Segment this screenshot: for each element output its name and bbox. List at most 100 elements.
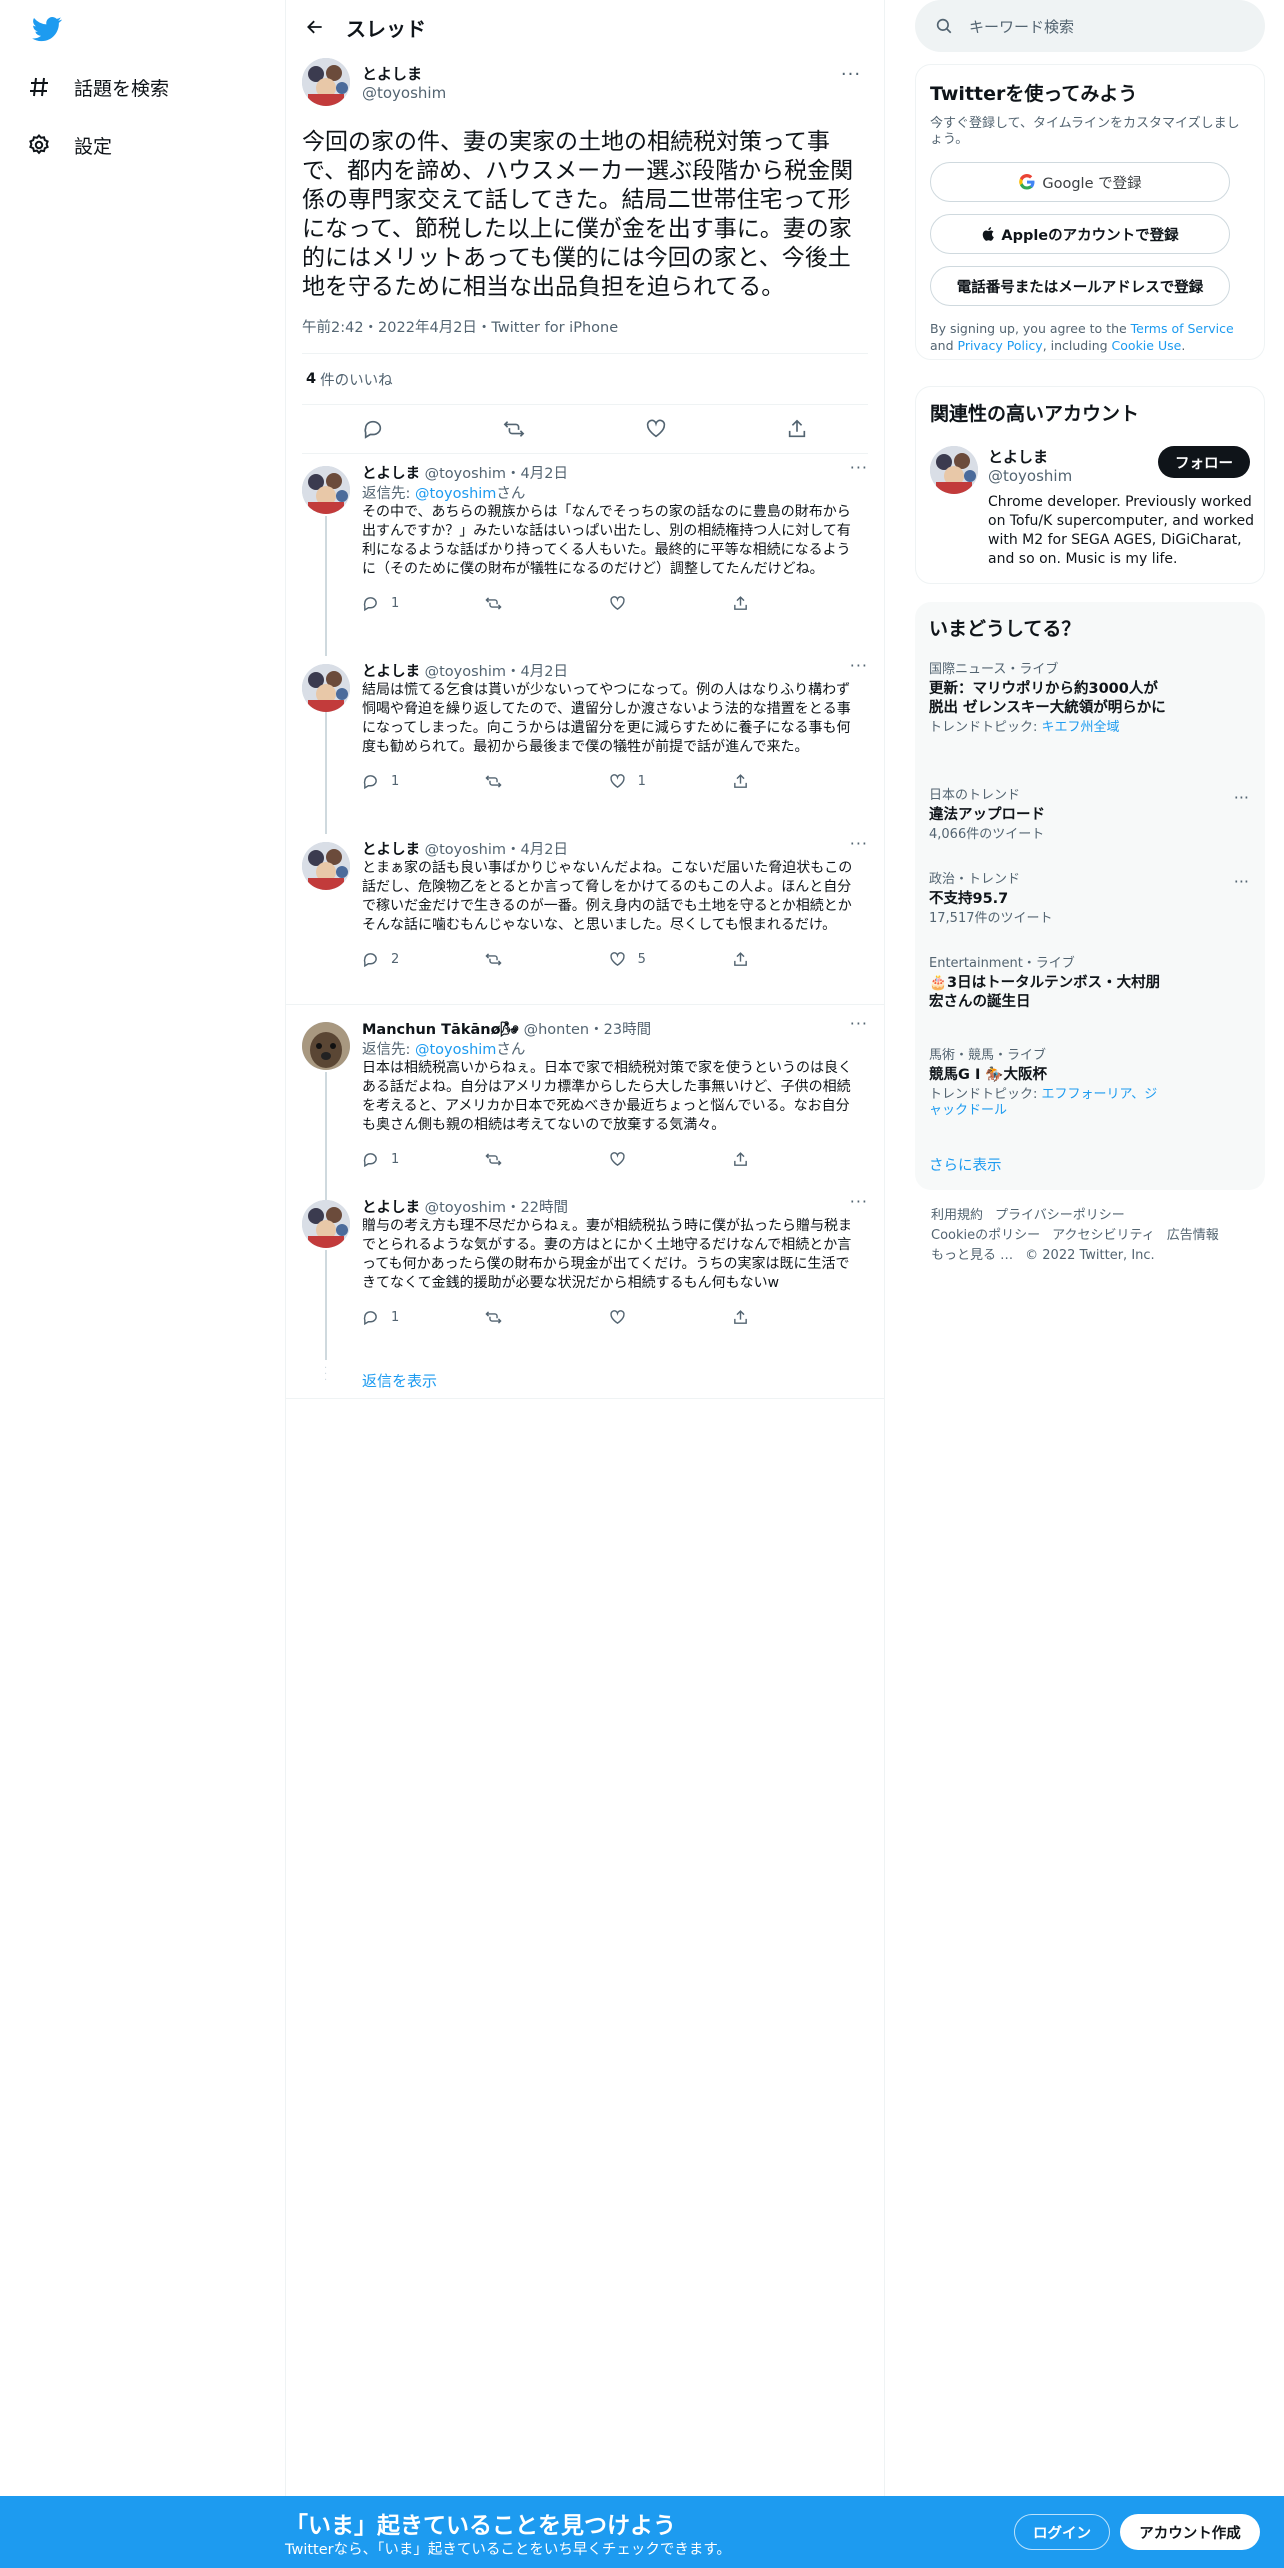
retweet-button[interactable] bbox=[485, 773, 545, 790]
retweet-button[interactable] bbox=[485, 1151, 545, 1168]
like-button[interactable] bbox=[609, 595, 669, 612]
like-button[interactable]: 1 bbox=[609, 773, 669, 790]
footer-cookie-link[interactable]: Cookieのポリシー bbox=[931, 1228, 1040, 1243]
footer-accessibility-link[interactable]: アクセシビリティ bbox=[1052, 1228, 1155, 1243]
reply-button[interactable]: 1 bbox=[362, 1151, 422, 1168]
nav-explore[interactable]: 話題を検索 bbox=[24, 62, 169, 112]
author-name[interactable]: とよしま bbox=[362, 842, 420, 858]
share-icon bbox=[734, 1151, 747, 1166]
author-handle[interactable]: @toyoshim bbox=[425, 466, 506, 482]
banner-subtitle: Twitterなら、「いま」起きていることをいち早くチェックできます。 bbox=[285, 2542, 731, 2558]
footer-privacy-link[interactable]: プライバシーポリシー bbox=[995, 1208, 1125, 1223]
apple-signup-button[interactable]: Appleのアカウントで登録 bbox=[930, 214, 1230, 254]
share-button[interactable] bbox=[732, 773, 792, 790]
avatar[interactable] bbox=[302, 58, 350, 106]
author-name[interactable]: とよしま bbox=[362, 466, 420, 482]
tweet-time[interactable]: 4月2日 bbox=[521, 466, 568, 482]
reply-button[interactable]: 1 bbox=[362, 595, 422, 612]
reply-button[interactable]: 1 bbox=[362, 1309, 422, 1326]
reply-tweet[interactable]: とよしま @toyoshim・4月2日 ··· 返信先: @toyoshimさん… bbox=[286, 454, 884, 628]
like-button[interactable] bbox=[609, 1151, 669, 1168]
reply-to-handle[interactable]: @toyoshim bbox=[415, 1042, 496, 1058]
retweet-button[interactable] bbox=[485, 951, 545, 968]
reply-tweet[interactable]: とよしま @toyoshim・4月2日 ··· とまぁ家の話も良い事ばかりじゃな… bbox=[286, 830, 884, 1004]
more-options-icon[interactable]: ··· bbox=[1234, 788, 1249, 807]
reply-to-handle[interactable]: @toyoshim bbox=[415, 486, 496, 502]
author-handle[interactable]: @honten bbox=[524, 1022, 590, 1038]
more-options-icon[interactable]: ··· bbox=[834, 64, 868, 85]
twitter-logo-icon[interactable] bbox=[32, 14, 64, 46]
avatar[interactable] bbox=[302, 466, 350, 514]
login-button[interactable]: ログイン bbox=[1014, 2514, 1110, 2550]
reply-tweet[interactable]: Manchun Tākānø🌬 @honten・23時間 ··· 返信先: @t… bbox=[286, 1010, 884, 1200]
back-arrow-icon[interactable] bbox=[300, 12, 330, 42]
reply-button[interactable]: 1 bbox=[362, 773, 422, 790]
author-handle[interactable]: @toyoshim bbox=[425, 664, 506, 680]
search-icon bbox=[936, 18, 952, 34]
share-button[interactable] bbox=[732, 1309, 792, 1326]
footer-more-link[interactable]: もっと見る … bbox=[931, 1248, 1013, 1263]
terms-of-service-link[interactable]: Terms of Service bbox=[1131, 321, 1234, 336]
share-icon bbox=[734, 951, 747, 966]
retweet-icon[interactable] bbox=[497, 412, 531, 446]
author-handle[interactable]: @toyoshim bbox=[425, 1200, 506, 1216]
avatar[interactable] bbox=[302, 1022, 350, 1070]
likes-count[interactable]: 4 件のいいね bbox=[302, 354, 868, 404]
retweet-button[interactable] bbox=[485, 1309, 545, 1326]
show-more-link[interactable]: さらに表示 bbox=[929, 1154, 1002, 1175]
like-button[interactable] bbox=[609, 1309, 669, 1326]
reply-tweet[interactable]: とよしま @toyoshim・22時間 ··· 贈与の考え方も理不尽だからねぇ。… bbox=[286, 1188, 884, 1368]
share-button[interactable] bbox=[732, 951, 792, 968]
footer-ads-link[interactable]: 広告情報 bbox=[1167, 1228, 1219, 1243]
trend-item[interactable]: Entertainment・ライブ 🎂3日はトータルテンボス・大村朋宏さんの誕生… bbox=[929, 956, 1249, 1012]
share-button[interactable] bbox=[732, 595, 792, 612]
trend-item[interactable]: 日本のトレンド 違法アップロード 4,066件のツイート ··· bbox=[929, 788, 1249, 843]
retweet-button[interactable] bbox=[485, 595, 545, 612]
cookie-use-link[interactable]: Cookie Use bbox=[1112, 338, 1182, 353]
more-options-icon[interactable]: ··· bbox=[1234, 872, 1249, 891]
reply-tweet[interactable]: とよしま @toyoshim・4月2日 ··· 結局は慌てる乞食は貰いが少ないっ… bbox=[286, 652, 884, 828]
privacy-policy-link[interactable]: Privacy Policy bbox=[958, 338, 1043, 353]
avatar[interactable] bbox=[302, 664, 350, 712]
trend-item[interactable]: 政治・トレンド 不支持95.7 17,517件のツイート ··· bbox=[929, 872, 1249, 927]
related-user[interactable]: とよしま @toyoshim Chrome developer. Previou… bbox=[930, 446, 1254, 569]
create-account-button[interactable]: アカウント作成 bbox=[1120, 2514, 1260, 2550]
tweet-timestamp[interactable]: 午前2:42・2022年4月2日・Twitter for iPhone bbox=[302, 316, 868, 336]
author-name[interactable]: とよしま bbox=[362, 1200, 420, 1216]
reply-button[interactable]: 2 bbox=[362, 951, 422, 968]
author-handle[interactable]: @toyoshim bbox=[362, 84, 446, 102]
reply-icon[interactable] bbox=[356, 412, 390, 446]
signup-subtitle: 今すぐ登録して、タイムラインをカスタマイズしましょう。 bbox=[930, 116, 1240, 147]
retweet-icon bbox=[485, 952, 502, 966]
more-options-icon[interactable]: ··· bbox=[850, 458, 868, 477]
avatar[interactable] bbox=[302, 1200, 350, 1248]
more-options-icon[interactable]: ··· bbox=[850, 834, 868, 853]
like-button[interactable]: 5 bbox=[609, 951, 669, 968]
share-button[interactable] bbox=[732, 1151, 792, 1168]
author-handle[interactable]: @toyoshim bbox=[425, 842, 506, 858]
tweet-time[interactable]: 22時間 bbox=[521, 1200, 568, 1216]
more-options-icon[interactable]: ··· bbox=[850, 1192, 868, 1211]
show-replies-link[interactable]: 返信を表示 bbox=[362, 1370, 437, 1391]
follow-button[interactable]: フォロー bbox=[1158, 446, 1250, 478]
author-name[interactable]: Manchun Tākānø🌬 bbox=[362, 1022, 519, 1038]
tweet-time[interactable]: 4月2日 bbox=[521, 664, 568, 680]
tweet-time[interactable]: 4月2日 bbox=[521, 842, 568, 858]
search-input[interactable]: キーワード検索 bbox=[915, 0, 1265, 52]
more-options-icon[interactable]: ··· bbox=[850, 656, 868, 675]
tweet-time[interactable]: 23時間 bbox=[604, 1022, 651, 1038]
author-name[interactable]: とよしま bbox=[362, 664, 420, 680]
phone-email-signup-button[interactable]: 電話番号またはメールアドレスで登録 bbox=[930, 266, 1230, 306]
like-icon[interactable] bbox=[639, 412, 673, 446]
trend-item[interactable]: 国際ニュース・ライブ 更新：マリウポリから約3000人が脱出 ゼレンスキー大統領… bbox=[929, 662, 1249, 736]
share-icon[interactable] bbox=[780, 412, 814, 446]
avatar[interactable] bbox=[930, 446, 978, 494]
google-signup-button[interactable]: Google で登録 bbox=[930, 162, 1230, 202]
author-name[interactable]: とよしま bbox=[362, 63, 446, 84]
avatar[interactable] bbox=[302, 842, 350, 890]
footer-terms-link[interactable]: 利用規約 bbox=[931, 1208, 983, 1223]
nav-settings[interactable]: 設定 bbox=[24, 120, 112, 170]
trend-item[interactable]: 馬術・競馬・ライブ 競馬G I 🏇大阪杯 トレンドトピック: エフフォーリア、ジ… bbox=[929, 1048, 1249, 1119]
share-icon bbox=[734, 773, 747, 788]
more-options-icon[interactable]: ··· bbox=[850, 1014, 868, 1033]
